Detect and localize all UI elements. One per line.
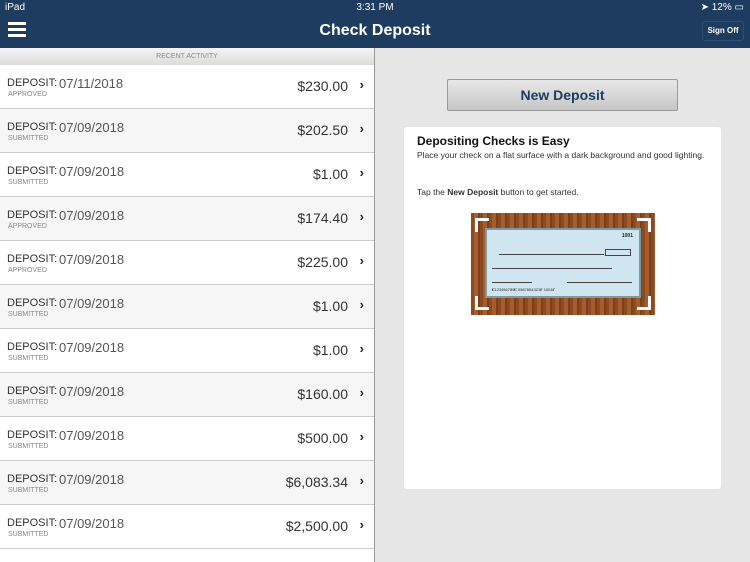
status-badge: SUBMITTED bbox=[8, 487, 49, 494]
deposit-date: 07/09/2018 bbox=[59, 120, 125, 135]
chevron-right-icon: › bbox=[359, 297, 364, 312]
status-badge: SUBMITTED bbox=[8, 531, 49, 538]
deposit-row[interactable]: DEPOSIT: 07/09/2018 SUBMITTED $500.00 › bbox=[0, 417, 374, 461]
deposit-row[interactable]: DEPOSIT: 07/09/2018 SUBMITTED $202.50 › bbox=[0, 109, 374, 153]
deposit-row[interactable]: DEPOSIT: 07/09/2018 SUBMITTED $2,500.00 … bbox=[0, 505, 374, 549]
deposit-row[interactable]: DEPOSIT: 07/09/2018 SUBMITTED $1.00 › bbox=[0, 329, 374, 373]
card-title: Depositing Checks is Easy bbox=[417, 134, 570, 148]
status-badge: SUBMITTED bbox=[8, 311, 49, 318]
status-badge: APPROVED bbox=[8, 91, 47, 98]
chevron-right-icon: › bbox=[359, 341, 364, 356]
deposit-row[interactable]: DEPOSIT: 07/11/2018 APPROVED $230.00 › bbox=[0, 65, 374, 109]
deposit-date: 07/09/2018 bbox=[59, 340, 125, 355]
chevron-right-icon: › bbox=[359, 165, 364, 180]
page-title: Check Deposit bbox=[319, 22, 431, 39]
deposit-row[interactable]: DEPOSIT: 07/09/2018 SUBMITTED $6,083.34 … bbox=[0, 461, 374, 505]
battery-indicator: ➤ 12% ▭ bbox=[700, 2, 744, 13]
tap-instructions: Tap the New Deposit button to get starte… bbox=[417, 187, 579, 197]
deposit-label: DEPOSIT: bbox=[7, 121, 58, 133]
recent-activity-heading: RECENT ACTIVITY bbox=[0, 48, 374, 65]
new-deposit-button[interactable]: New Deposit bbox=[447, 79, 678, 111]
sample-check: 1001 ⑆123456789⑆ 0987654321⑈ 1001⑈ bbox=[485, 228, 641, 298]
battery-level: 12% bbox=[711, 2, 732, 13]
deposit-label: DEPOSIT: bbox=[7, 385, 58, 397]
deposit-amount: $160.00 bbox=[297, 386, 348, 402]
card-text: Place your check on a flat surface with … bbox=[417, 150, 705, 160]
status-badge: SUBMITTED bbox=[8, 443, 49, 450]
deposit-amount: $1.00 bbox=[312, 166, 348, 182]
deposit-date: 07/09/2018 bbox=[59, 164, 125, 179]
status-badge: SUBMITTED bbox=[8, 399, 49, 406]
instructions-card: Depositing Checks is Easy Place your che… bbox=[404, 127, 721, 489]
deposit-row[interactable]: DEPOSIT: 07/09/2018 APPROVED $225.00 › bbox=[0, 241, 374, 285]
deposit-amount: $500.00 bbox=[297, 430, 348, 446]
deposit-date: 07/09/2018 bbox=[59, 516, 125, 531]
check-illustration: 1001 ⑆123456789⑆ 0987654321⑈ 1001⑈ bbox=[471, 213, 655, 315]
deposit-label: DEPOSIT: bbox=[7, 297, 58, 309]
deposit-label: DEPOSIT: bbox=[7, 253, 58, 265]
deposit-row[interactable]: DEPOSIT: 07/09/2018 APPROVED $174.40 › bbox=[0, 197, 374, 241]
deposit-label: DEPOSIT: bbox=[7, 473, 58, 485]
status-badge: SUBMITTED bbox=[8, 179, 49, 186]
deposit-label: DEPOSIT: bbox=[7, 517, 58, 529]
deposit-amount: $1.00 bbox=[312, 298, 348, 314]
deposit-amount: $225.00 bbox=[297, 254, 348, 270]
deposit-date: 07/09/2018 bbox=[59, 428, 125, 443]
deposit-amount: $202.50 bbox=[297, 122, 348, 138]
deposit-label: DEPOSIT: bbox=[7, 429, 58, 441]
deposit-amount: $6,083.34 bbox=[285, 474, 348, 490]
deposit-row[interactable]: DEPOSIT: 07/09/2018 SUBMITTED $160.00 › bbox=[0, 373, 374, 417]
status-badge: APPROVED bbox=[8, 223, 47, 230]
status-badge: SUBMITTED bbox=[8, 355, 49, 362]
chevron-right-icon: › bbox=[359, 517, 364, 532]
chevron-right-icon: › bbox=[359, 385, 364, 400]
chevron-right-icon: › bbox=[359, 429, 364, 444]
deposit-date: 07/09/2018 bbox=[59, 296, 125, 311]
deposit-amount: $1.00 bbox=[312, 342, 348, 358]
deposit-label: DEPOSIT: bbox=[7, 77, 58, 89]
status-badge: SUBMITTED bbox=[8, 135, 49, 142]
deposit-amount: $230.00 bbox=[297, 78, 348, 94]
deposit-label: DEPOSIT: bbox=[7, 341, 58, 353]
clock: 3:31 PM bbox=[356, 2, 394, 13]
deposit-date: 07/11/2018 bbox=[59, 76, 124, 91]
deposit-label: DEPOSIT: bbox=[7, 165, 58, 177]
deposit-date: 07/09/2018 bbox=[59, 384, 125, 399]
chevron-right-icon: › bbox=[359, 77, 364, 92]
chevron-right-icon: › bbox=[359, 209, 364, 224]
nav-bar: iPad 3:31 PM ➤ 12% ▭ Check Deposit Sign … bbox=[0, 0, 750, 48]
deposit-date: 07/09/2018 bbox=[59, 252, 125, 267]
deposit-date: 07/09/2018 bbox=[59, 472, 125, 487]
deposit-row[interactable]: DEPOSIT: 07/09/2018 SUBMITTED $1.00 › bbox=[0, 153, 374, 197]
deposit-amount: $2,500.00 bbox=[285, 518, 348, 534]
chevron-right-icon: › bbox=[359, 473, 364, 488]
chevron-right-icon: › bbox=[359, 121, 364, 136]
deposit-list: DEPOSIT: 07/11/2018 APPROVED $230.00 › DE… bbox=[0, 65, 374, 549]
deposit-label: DEPOSIT: bbox=[7, 209, 58, 221]
deposit-amount: $174.40 bbox=[297, 210, 348, 226]
recent-activity-panel: RECENT ACTIVITY DEPOSIT: 07/11/2018 APPR… bbox=[0, 48, 375, 562]
chevron-right-icon: › bbox=[359, 253, 364, 268]
sign-off-button[interactable]: Sign Off bbox=[702, 21, 744, 41]
status-badge: APPROVED bbox=[8, 267, 47, 274]
deposit-date: 07/09/2018 bbox=[59, 208, 125, 223]
deposit-row[interactable]: DEPOSIT: 07/09/2018 SUBMITTED $1.00 › bbox=[0, 285, 374, 329]
